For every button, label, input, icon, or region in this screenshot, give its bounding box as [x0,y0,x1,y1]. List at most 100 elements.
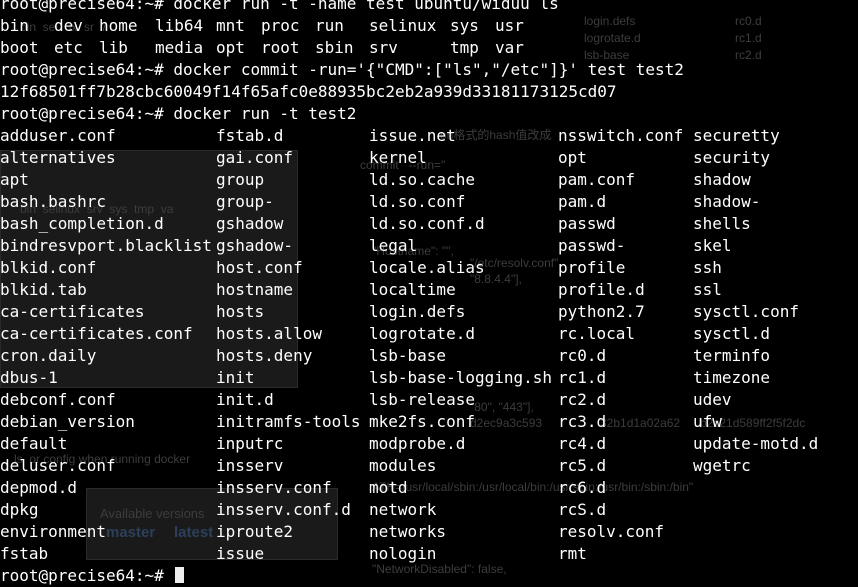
file-entry: init [216,368,255,387]
file-entry: localtime [369,280,456,299]
file-entry: adduser.conf [0,126,116,145]
file-entry: ssh [693,258,722,277]
file-entry: lsb-base-logging.sh [369,368,553,387]
file-entry: locale.alias [369,258,485,277]
file-entry: hostname [216,280,294,299]
file-entry: modules [369,456,437,475]
file-entry: debconf.conf [0,390,116,409]
file-entry: rc1.d [558,368,607,387]
file-entry: security [693,148,771,167]
file-entry: host.conf [216,258,303,277]
file-entry: rc0.d [558,346,607,365]
file-entry: hosts.deny [216,346,313,365]
file-entry: insserv.conf [216,478,332,497]
file-entry: gshadow [216,214,284,233]
terminal-window[interactable]: login.defs logrotate.d lsb-base rc0.d rc… [0,0,858,587]
file-entry: bin [0,16,29,35]
terminal-line: bash_completion.d gshadow ld.so.conf.d pass… [0,213,858,235]
file-entry: fstab.d [216,126,284,145]
file-entry: rcS.d [558,500,607,519]
file-entry: ld.so.cache [369,170,475,189]
file-entry: ufw [693,412,722,431]
file-entry: group [216,170,265,189]
file-entry: insserv.conf.d [216,500,351,519]
file-entry: bash.bashrc [0,192,106,211]
file-entry: rc3.d [558,412,607,431]
file-entry: run [315,16,344,35]
file-entry: nsswitch.conf [558,126,684,145]
terminal-line: fstab issue nologin rmt [0,543,858,565]
terminal-line: bin dev home lib64 mnt proc run selinux sys usr [0,15,858,37]
file-entry: logrotate.d [369,324,475,343]
file-entry: gai.conf [216,148,294,167]
file-entry: lib [99,38,128,57]
file-entry: securetty [693,126,780,145]
shell-prompt: root@precise64:~# docker commit -run='{"… [0,60,684,79]
file-entry: lsb-release [369,390,475,409]
file-entry: sbin [315,38,354,57]
file-entry: bash_completion.d [0,214,164,233]
shell-prompt: root@precise64:~# [0,565,185,587]
file-entry: motd [369,478,408,497]
file-entry: opt [558,148,587,167]
terminal-line: bash.bashrc group-ld.so.conf pam.d shadow- [0,191,858,213]
file-entry: rc2.d [558,390,607,409]
file-entry: srv [369,38,398,57]
file-entry: ca-certificates [0,302,145,321]
file-entry: media [155,38,204,57]
shell-prompt: root@precise64:~# docker run -t test2 [0,104,357,123]
file-entry: ld.so.conf [369,192,466,211]
file-entry: deluser.conf [0,456,116,475]
file-entry: bindresvport.blacklist [0,236,212,255]
terminal-line: root@precise64:~# docker commit -run='{"… [0,59,858,81]
terminal-line: deluser.conf insserv modules rc5.d wgetrc [0,455,858,477]
file-entry: proc [261,16,300,35]
file-entry: kernel [369,148,427,167]
file-entry: depmod.d [0,478,78,497]
terminal-line: 12f68501ff7b28cbc60049f14f65afc0e88935bc… [0,81,858,103]
file-entry: hosts.allow [216,324,322,343]
terminal-line: cron.daily hosts.deny lsb-base rc0.d terminf… [0,345,858,367]
file-entry: shadow- [693,192,761,211]
file-entry: pam.d [558,192,607,211]
text-cursor [175,567,185,583]
terminal-line: boot etc lib media opt root sbin srv tmp var [0,37,858,59]
file-entry: inputrc [216,434,284,453]
file-entry: dpkg [0,500,39,519]
terminal-line: bindresvport.blacklist gshadow-legal passw… [0,235,858,257]
terminal-line: root@precise64:~# [0,565,858,587]
file-entry: hosts [216,302,265,321]
file-entry: home [99,16,138,35]
file-entry: fstab [0,544,49,563]
terminal-line: default inputrc modprobe.d rc4.d update-motd… [0,433,858,455]
file-entry: ld.so.conf.d [369,214,485,233]
terminal-line: root@precise64:~# docker run -t test2 [0,103,858,125]
terminal-line: environment iproute2 networks resolv.conf [0,521,858,543]
file-entry: etc [54,38,83,57]
terminal-line: ca-certificates hosts login.defs python2.7 s… [0,301,858,323]
file-entry: modprobe.d [369,434,466,453]
shell-command: docker run -t test2 [173,104,357,123]
terminal-line: dpkg insserv.conf.d network rcS.d [0,499,858,521]
file-entry: usr [495,16,524,35]
terminal-output: root@precise64:~# docker run -t -name te… [0,0,858,587]
file-entry: passwd- [558,236,626,255]
file-entry: legal [369,236,418,255]
file-entry: python2.7 [558,302,645,321]
terminal-line: debconf.conf init.d lsb-release rc2.d udev [0,389,858,411]
terminal-line: debian_version initramfs-tools mke2fs.conf… [0,411,858,433]
file-entry: insserv [216,456,284,475]
file-entry: mke2fs.conf [369,412,475,431]
shell-command: docker commit -run='{"CMD":["ls","/etc"]… [173,60,684,79]
file-entry: networks [369,522,447,541]
file-entry: apt [0,170,29,189]
file-entry: environment [0,522,106,541]
file-entry: profile [558,258,626,277]
file-entry: selinux [369,16,437,35]
file-entry: opt [216,38,245,57]
output-text: 12f68501ff7b28cbc60049f14f65afc0e88935bc… [0,82,617,101]
file-entry: timezone [693,368,771,387]
file-entry: dev [54,16,83,35]
file-entry: group- [216,192,274,211]
file-entry: udev [693,390,732,409]
